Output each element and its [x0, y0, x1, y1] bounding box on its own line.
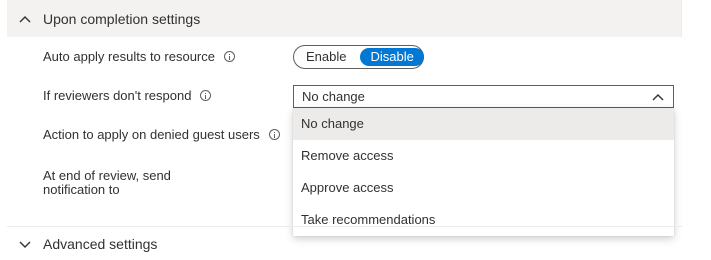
info-icon[interactable]: [223, 51, 235, 62]
denied-guests-row: Action to apply on denied guest users: [43, 127, 280, 142]
no-response-row: If reviewers don't respond: [43, 88, 212, 103]
section-title: Upon completion settings: [43, 10, 201, 27]
disable-option[interactable]: Disable: [360, 48, 424, 66]
info-icon[interactable]: [200, 90, 212, 101]
advanced-settings-title: Advanced settings: [43, 236, 158, 252]
info-icon[interactable]: [268, 129, 280, 140]
dropdown-menu: No change Remove access Approve access T…: [293, 108, 674, 236]
auto-apply-label: Auto apply results to resource: [43, 49, 215, 64]
advanced-settings-header[interactable]: Advanced settings: [7, 231, 157, 257]
chevron-down-icon: [19, 241, 31, 248]
menu-item-take-recommendations[interactable]: Take recommendations: [293, 204, 674, 236]
auto-apply-toggle[interactable]: Enable Disable: [293, 45, 424, 69]
dropdown-value: No change: [302, 89, 365, 104]
notification-row: At end of review, send notification to: [43, 169, 171, 197]
chevron-up-icon: [652, 93, 664, 100]
auto-apply-row: Auto apply results to resource: [43, 49, 235, 64]
notification-label-line1: At end of review, send: [43, 168, 171, 183]
section-divider: [7, 226, 682, 227]
enable-option[interactable]: Enable: [300, 48, 352, 66]
no-response-dropdown[interactable]: No change: [293, 85, 674, 108]
menu-item-remove-access[interactable]: Remove access: [293, 140, 674, 172]
section-right-border: [681, 0, 682, 37]
menu-item-no-change[interactable]: No change: [293, 108, 674, 140]
chevron-up-icon: [19, 15, 31, 22]
no-response-label: If reviewers don't respond: [43, 88, 192, 103]
menu-item-approve-access[interactable]: Approve access: [293, 172, 674, 204]
upon-completion-settings-header[interactable]: Upon completion settings: [7, 0, 682, 37]
denied-guests-label: Action to apply on denied guest users: [43, 127, 260, 142]
notification-label-line2: notification to: [43, 182, 120, 197]
